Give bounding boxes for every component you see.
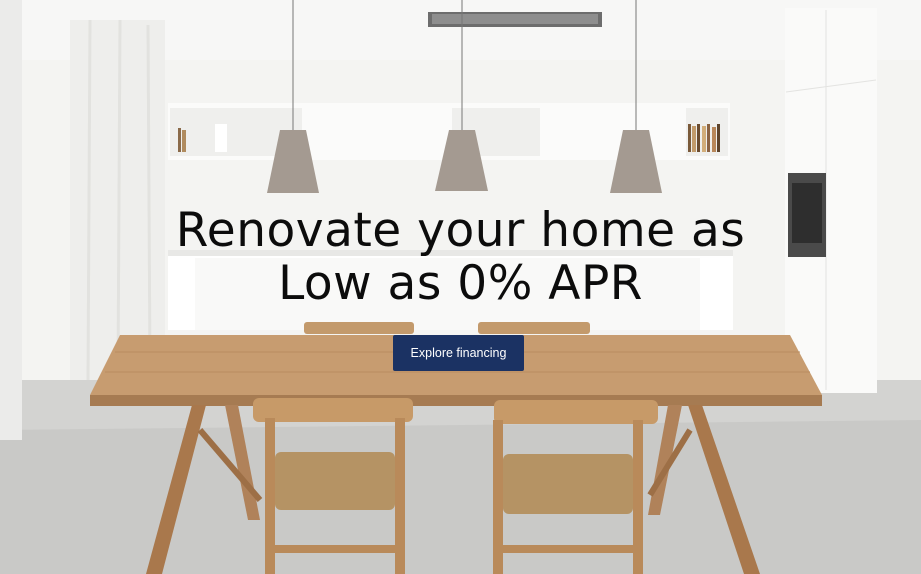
hero-headline-line-1: Renovate your home as [175,203,746,258]
hero-headline: Renovate your home as Low as 0% APR [0,204,921,310]
hero-headline-line-2: Low as 0% APR [278,256,643,311]
explore-financing-button[interactable]: Explore financing [393,335,524,371]
hero-banner: Renovate your home as Low as 0% APR Expl… [0,0,921,574]
